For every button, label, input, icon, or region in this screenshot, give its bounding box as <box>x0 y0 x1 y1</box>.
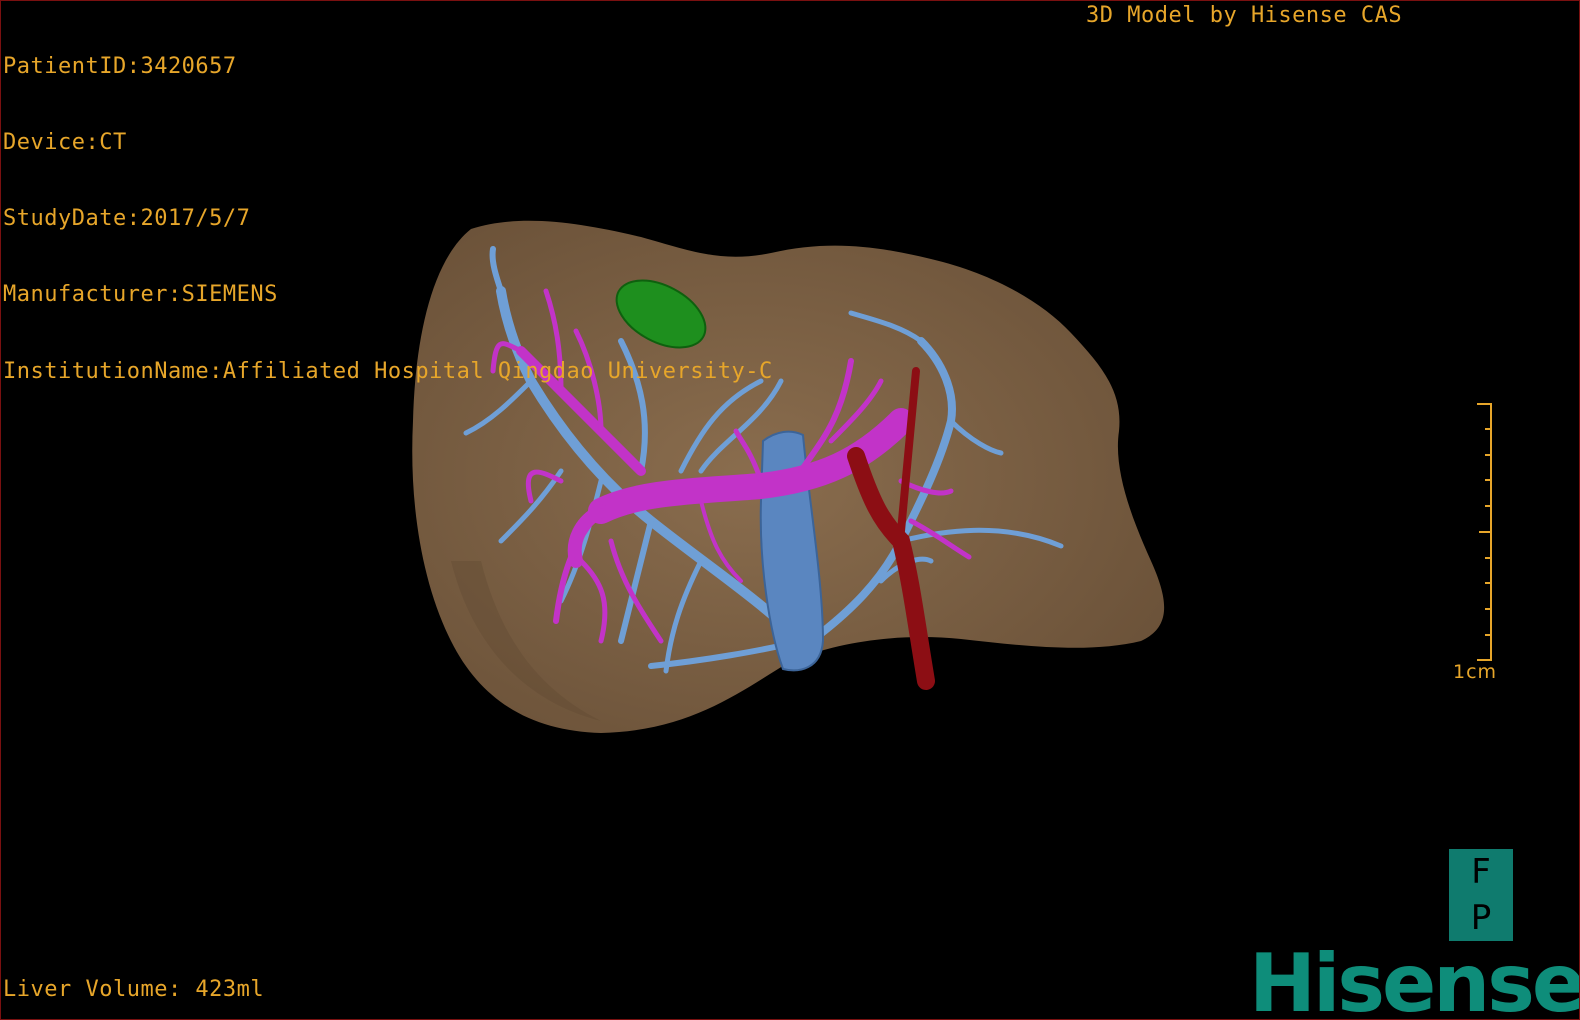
orientation-bottom-label: P <box>1470 898 1492 938</box>
3d-viewport[interactable]: PatientID:3420657 Device:CT StudyDate:20… <box>0 0 1580 1020</box>
scale-bar <box>1477 403 1492 661</box>
scale-label: 1cm <box>1453 661 1498 683</box>
institution-text: InstitutionName:Affiliated Hospital Qing… <box>3 358 773 384</box>
patient-id-text: PatientID:3420657 <box>3 53 237 79</box>
model-brand-text: 3D Model by Hisense CAS <box>1086 3 1403 28</box>
study-date-text: StudyDate:2017/5/7 <box>3 206 251 232</box>
hisense-logo: Hisense <box>1249 937 1580 1020</box>
device-text: Device:CT <box>3 130 127 156</box>
manufacturer-text: Manufacturer:SIEMENS <box>3 282 278 308</box>
dicom-info-panel: PatientID:3420657 Device:CT StudyDate:20… <box>3 3 773 435</box>
orientation-marker: F P <box>1449 849 1513 941</box>
orientation-top-label: F <box>1471 852 1491 892</box>
liver-volume-text: Liver Volume: 423ml <box>3 977 265 1002</box>
